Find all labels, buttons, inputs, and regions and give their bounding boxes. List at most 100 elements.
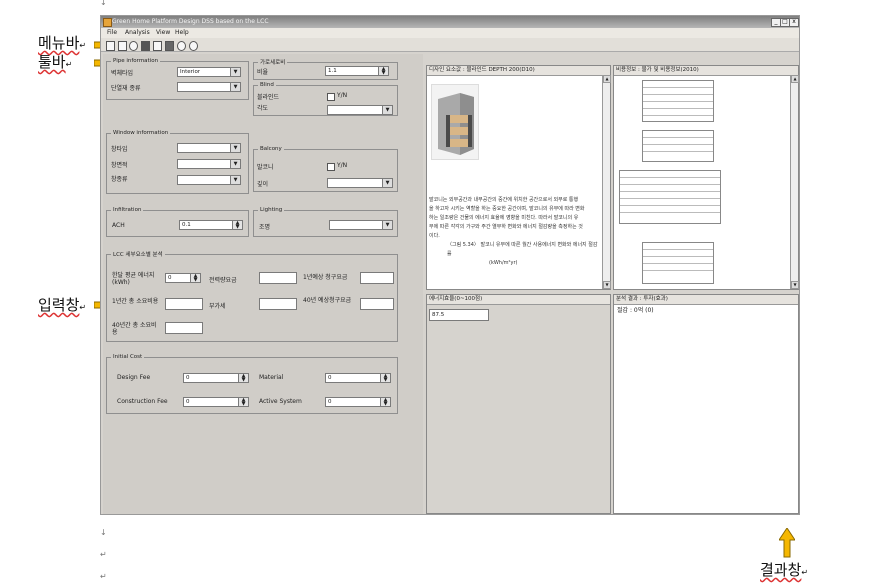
vat-field[interactable] xyxy=(259,298,297,310)
title-bar[interactable]: Green Home Platform Design DSS based on … xyxy=(101,16,799,28)
window-area-select[interactable]: ▼ xyxy=(177,159,241,169)
lighting-select[interactable]: ▼ xyxy=(329,220,393,230)
power-fee-label: 전력량요금 xyxy=(209,277,237,284)
energy-score-field[interactable]: 87.5 xyxy=(429,309,489,321)
depth-select[interactable]: ▼ xyxy=(327,178,393,188)
active-system-input[interactable]: 0 ▲ ▼ xyxy=(325,397,391,407)
window-type-label: 창타입 xyxy=(111,146,128,153)
chevron-down-icon[interactable]: ▼ xyxy=(382,179,392,187)
window-type-select[interactable]: ▼ xyxy=(177,143,241,153)
spinner-icon[interactable]: ▲ ▼ xyxy=(238,374,248,383)
forty-year-field[interactable] xyxy=(360,298,394,310)
spinner-icon[interactable]: ▲ ▼ xyxy=(378,67,388,76)
menu-help[interactable]: Help xyxy=(175,29,189,36)
menu-analysis[interactable]: Analysis xyxy=(125,29,150,36)
annotation-input-window: 입력창↵ xyxy=(38,296,87,314)
design-fee-input[interactable]: 0 ▲ ▼ xyxy=(183,373,249,383)
monthly-energy-label: 한달 평균 에너지(kWh) xyxy=(112,272,155,286)
design-fee-label: Design Fee xyxy=(117,374,151,381)
scroll-down-icon[interactable]: ▼ xyxy=(791,281,799,289)
material-label: Material xyxy=(259,374,284,381)
ach-input[interactable]: 0.1 ▲ ▼ xyxy=(179,220,243,230)
settings-icon[interactable] xyxy=(177,41,186,51)
analysis-result-text: 절감 : 0억 (0) xyxy=(617,307,654,314)
window-area-label: 창면적 xyxy=(111,162,128,169)
design-preview-title: 디자인 요소값 : 블라인드 DEPTH 200(D10) xyxy=(427,66,610,76)
chevron-down-icon[interactable]: ▼ xyxy=(230,176,240,184)
insulation-select[interactable]: ▼ xyxy=(177,82,241,92)
yearly-bill-label: 1년예상 청구요금 xyxy=(303,274,348,281)
chevron-down-icon[interactable]: ▼ xyxy=(382,221,392,229)
doc-line-mark: ↓ xyxy=(100,0,107,7)
chevron-down-icon[interactable]: ▼ xyxy=(382,106,392,114)
power-fee-field[interactable] xyxy=(259,272,297,284)
save-icon[interactable] xyxy=(141,41,150,51)
spinner-icon[interactable]: ▲ ▼ xyxy=(380,374,390,383)
blind-label: 블라인드 xyxy=(257,94,280,101)
table-icon[interactable] xyxy=(153,41,162,51)
active-system-label: Active System xyxy=(259,398,302,405)
chevron-down-icon[interactable]: ▼ xyxy=(230,160,240,168)
spinner-icon[interactable]: ▲ ▼ xyxy=(190,274,200,283)
vertical-scrollbar[interactable]: ▲ ▼ xyxy=(602,75,611,289)
window-info-legend: Window information xyxy=(113,130,169,136)
chevron-down-icon[interactable]: ▼ xyxy=(230,83,240,91)
angle-label: 각도 xyxy=(257,105,269,112)
window-kind-select[interactable]: ▼ xyxy=(177,175,241,185)
balcony-checkbox[interactable] xyxy=(327,163,335,171)
open-icon[interactable] xyxy=(106,41,115,51)
blind-checkbox[interactable] xyxy=(327,93,335,101)
yearly-bill-field[interactable] xyxy=(360,272,394,284)
initial-cost-legend: Initial Cost xyxy=(113,354,143,360)
construction-fee-label: Construction Fee xyxy=(117,398,168,405)
forty-total-field[interactable] xyxy=(165,322,203,334)
angle-select[interactable]: ▼ xyxy=(327,105,393,115)
vertical-scrollbar[interactable]: ▲ ▼ xyxy=(790,75,799,289)
cost-table xyxy=(642,130,714,162)
close-button[interactable]: x xyxy=(789,18,799,27)
doc-line-mark: ↵ xyxy=(100,550,107,559)
lighting-label: 조명 xyxy=(259,224,271,231)
chevron-down-icon[interactable]: ▼ xyxy=(230,68,240,76)
scroll-up-icon[interactable]: ▲ xyxy=(603,75,611,83)
cost-table xyxy=(619,170,721,224)
scroll-down-icon[interactable]: ▼ xyxy=(603,281,611,289)
wall-type-select[interactable]: Interior ▼ xyxy=(177,67,241,77)
construction-fee-input[interactable]: 0 ▲ ▼ xyxy=(183,397,249,407)
insulation-label: 단열재 종류 xyxy=(111,85,141,92)
pipe-info-group: Pipe information xyxy=(106,58,249,100)
chevron-down-icon[interactable]: ▼ xyxy=(230,144,240,152)
analysis-result-panel: 분석 결과 : 투자(효과) 절감 : 0억 (0) xyxy=(613,294,799,514)
forty-total-label: 40년간 총 소요비용 xyxy=(112,322,157,336)
info-icon[interactable] xyxy=(189,41,198,51)
app-window: Green Home Platform Design DSS based on … xyxy=(100,15,800,515)
menu-file[interactable]: File xyxy=(107,29,117,36)
analysis-result-title: 분석 결과 : 투자(효과) xyxy=(614,295,798,305)
depth-label: 깊이 xyxy=(257,181,269,188)
ratio-legend: 가로세로비 xyxy=(260,60,286,66)
cost-info-panel: 비용정보 : 물가 및 비용정보(2010) ▲ ▼ xyxy=(613,65,799,290)
monthly-energy-input[interactable]: 0 ▲ ▼ xyxy=(165,273,201,283)
edit-icon[interactable] xyxy=(129,41,138,51)
window-kind-label: 창종류 xyxy=(111,176,128,183)
chart-icon[interactable] xyxy=(165,41,174,51)
design-preview-panel: 디자인 요소값 : 블라인드 DEPTH 200(D10) 발코니는 외부공간과… xyxy=(426,65,611,290)
energy-score-panel: 에너지효율(0~100점) 87.5 xyxy=(426,294,611,514)
menu-view[interactable]: View xyxy=(156,29,170,36)
new-icon[interactable] xyxy=(118,41,127,51)
spinner-icon[interactable]: ▲ ▼ xyxy=(232,221,242,230)
ach-label: ACH xyxy=(112,222,125,229)
spinner-icon[interactable]: ▲ ▼ xyxy=(380,398,390,407)
ratio-label: 비율 xyxy=(257,69,269,76)
tool-bar xyxy=(101,38,799,52)
ratio-input[interactable]: 1.1 ▲ ▼ xyxy=(325,66,389,76)
cost-table xyxy=(642,80,714,122)
spinner-icon[interactable]: ▲ ▼ xyxy=(238,398,248,407)
pipe-info-legend: Pipe information xyxy=(113,58,159,64)
material-input[interactable]: 0 ▲ ▼ xyxy=(325,373,391,383)
doc-line-mark: ↓ xyxy=(100,528,107,537)
blind-legend: Blind xyxy=(260,82,274,88)
scroll-up-icon[interactable]: ▲ xyxy=(791,75,799,83)
energy-score-title: 에너지효율(0~100점) xyxy=(427,295,610,305)
annual-cost-field[interactable] xyxy=(165,298,203,310)
